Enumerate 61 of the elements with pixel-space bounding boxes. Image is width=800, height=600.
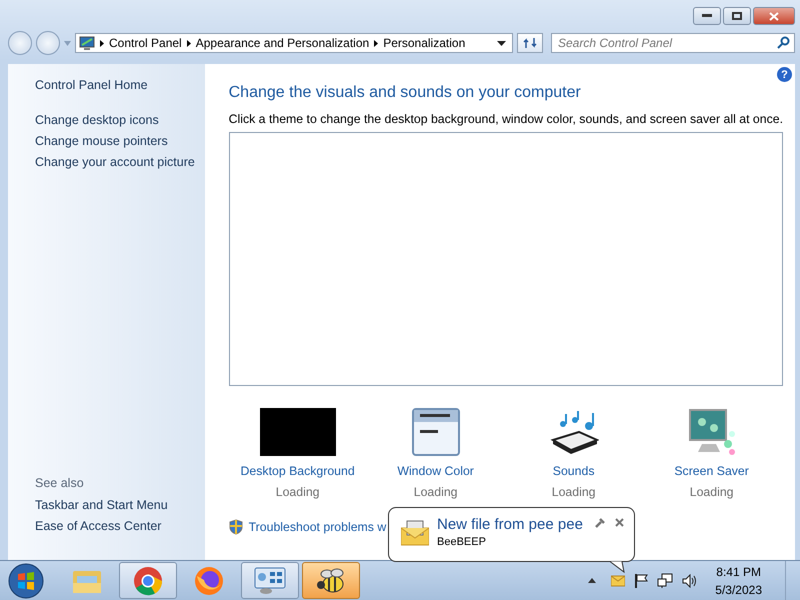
troubleshoot-link[interactable]: Troubleshoot problems w bbox=[248, 520, 386, 534]
page-title: Change the visuals and sounds on your computer bbox=[228, 84, 582, 102]
firefox-icon bbox=[194, 566, 224, 596]
breadcrumb-item[interactable]: Appearance and Personalization bbox=[196, 36, 370, 50]
notification-title: New file from pee pee bbox=[437, 516, 583, 533]
settings-link[interactable]: Window Color bbox=[397, 464, 474, 478]
search-icon[interactable] bbox=[777, 36, 791, 50]
breadcrumb-arrow-icon[interactable] bbox=[100, 40, 104, 46]
search-field[interactable]: Search Control Panel bbox=[551, 33, 795, 53]
address-bar[interactable]: Control Panel Appearance and Personalization Personalization bbox=[75, 33, 513, 53]
close-button[interactable] bbox=[753, 7, 795, 25]
sidebar-link[interactable]: Change desktop icons bbox=[35, 113, 159, 127]
see-also-heading: See also bbox=[35, 476, 85, 490]
status-text: Loading bbox=[690, 485, 734, 499]
monitor-icon bbox=[79, 36, 95, 50]
sidebar-link[interactable]: Change mouse pointers bbox=[35, 134, 168, 148]
shield-icon bbox=[228, 519, 243, 535]
show-hidden-icons-arrow-icon[interactable] bbox=[588, 578, 596, 583]
clock-time[interactable]: 8:41 PM bbox=[716, 564, 761, 578]
breadcrumb-item[interactable]: Personalization bbox=[383, 36, 466, 50]
window-icon bbox=[412, 408, 460, 456]
network-icon[interactable] bbox=[657, 572, 674, 588]
maximize-icon bbox=[732, 12, 742, 20]
sidebar-link[interactable]: Ease of Access Center bbox=[35, 519, 162, 533]
breadcrumb-arrow-icon[interactable] bbox=[186, 40, 191, 46]
settings-link[interactable]: Desktop Background bbox=[240, 464, 355, 478]
breadcrumb-arrow-icon[interactable] bbox=[374, 40, 378, 46]
monitor-bubbles-icon bbox=[688, 408, 736, 456]
close-icon bbox=[769, 12, 779, 20]
chrome-icon bbox=[133, 566, 163, 596]
notification-app-name: BeeBEEP bbox=[437, 536, 487, 548]
flag-icon[interactable] bbox=[634, 572, 648, 588]
refresh-icon bbox=[523, 37, 537, 49]
breadcrumb-item[interactable]: Control Panel bbox=[109, 36, 182, 50]
refresh-button[interactable] bbox=[517, 33, 543, 53]
help-button[interactable]: ? bbox=[777, 67, 792, 82]
status-text: Loading bbox=[552, 485, 596, 499]
clock-date[interactable]: 5/3/2023 bbox=[715, 582, 762, 596]
settings-link[interactable]: Sounds bbox=[552, 464, 594, 478]
envelope-icon bbox=[401, 520, 429, 546]
description-text: Click a theme to change the desktop background, window color, sounds, and screen saver all at once. bbox=[228, 112, 783, 126]
dropdown-caret-icon[interactable] bbox=[497, 40, 506, 46]
wrench-icon[interactable] bbox=[595, 518, 605, 528]
control-panel-icon bbox=[254, 566, 286, 594]
notification-balloon[interactable]: New file from pee pee BeeBEEP bbox=[388, 507, 635, 562]
status-text: Loading bbox=[276, 485, 320, 499]
balloon-tail-icon bbox=[610, 561, 626, 573]
start-button[interactable] bbox=[8, 562, 44, 598]
status-text: Loading bbox=[414, 485, 458, 499]
minimize-icon bbox=[702, 14, 712, 18]
sidebar-link[interactable]: Control Panel Home bbox=[35, 78, 148, 92]
taskbar-app-button[interactable] bbox=[241, 562, 299, 599]
settings-link[interactable]: Screen Saver bbox=[674, 464, 749, 478]
maximize-button[interactable] bbox=[723, 7, 751, 25]
minimize-button[interactable] bbox=[693, 7, 721, 25]
taskbar-app-button[interactable] bbox=[302, 562, 360, 599]
speaker-icon[interactable] bbox=[682, 574, 698, 588]
sidebar-link[interactable]: Taskbar and Start Menu bbox=[35, 498, 168, 512]
close-icon[interactable] bbox=[615, 518, 624, 527]
keyboard-music-icon bbox=[548, 410, 599, 456]
sidebar-link[interactable]: Change your account picture bbox=[35, 155, 195, 169]
